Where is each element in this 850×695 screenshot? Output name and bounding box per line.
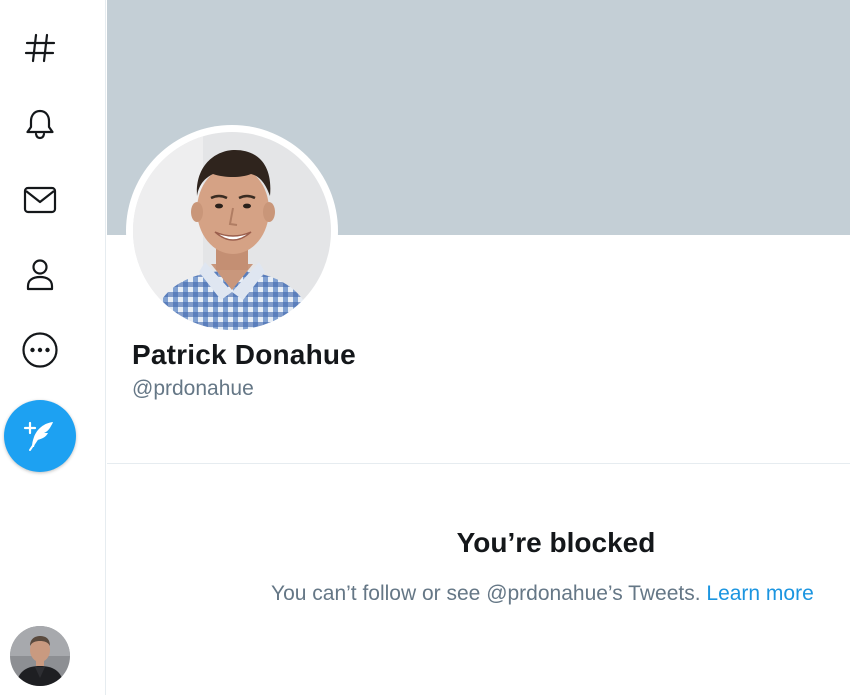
blocked-message: You can’t follow or see @prdonahue’s Twe…	[271, 582, 814, 606]
hashtag-icon	[24, 33, 56, 63]
sidebar-nav	[0, 0, 106, 695]
profile-display-name: Patrick Donahue	[132, 339, 356, 370]
profile-handle: @prdonahue	[132, 377, 254, 400]
feather-plus-icon	[23, 421, 53, 451]
person-icon	[26, 259, 54, 291]
profile-avatar-image	[133, 132, 331, 330]
learn-more-link[interactable]: Learn more	[706, 582, 813, 605]
nav-profile[interactable]	[14, 249, 66, 301]
nav-messages[interactable]	[14, 174, 66, 226]
more-dots-icon	[22, 332, 58, 368]
bell-icon	[26, 109, 54, 140]
envelope-icon	[23, 186, 57, 214]
compose-tweet-button[interactable]	[4, 400, 76, 472]
app-window: Patrick Donahue @prdonahue You’re blocke…	[0, 0, 850, 695]
account-avatar[interactable]	[10, 626, 70, 686]
profile-avatar-frame	[133, 132, 331, 330]
profile-avatar[interactable]	[126, 125, 338, 337]
account-avatar-image	[10, 626, 70, 686]
blocked-title: You’re blocked	[456, 527, 656, 558]
section-divider	[107, 463, 850, 464]
nav-explore[interactable]	[14, 22, 66, 74]
nav-more[interactable]	[14, 324, 66, 376]
profile-main: Patrick Donahue @prdonahue You’re blocke…	[107, 0, 850, 695]
blocked-message-text: You can’t follow or see @prdonahue’s Twe…	[271, 582, 701, 605]
nav-notifications[interactable]	[14, 98, 66, 150]
